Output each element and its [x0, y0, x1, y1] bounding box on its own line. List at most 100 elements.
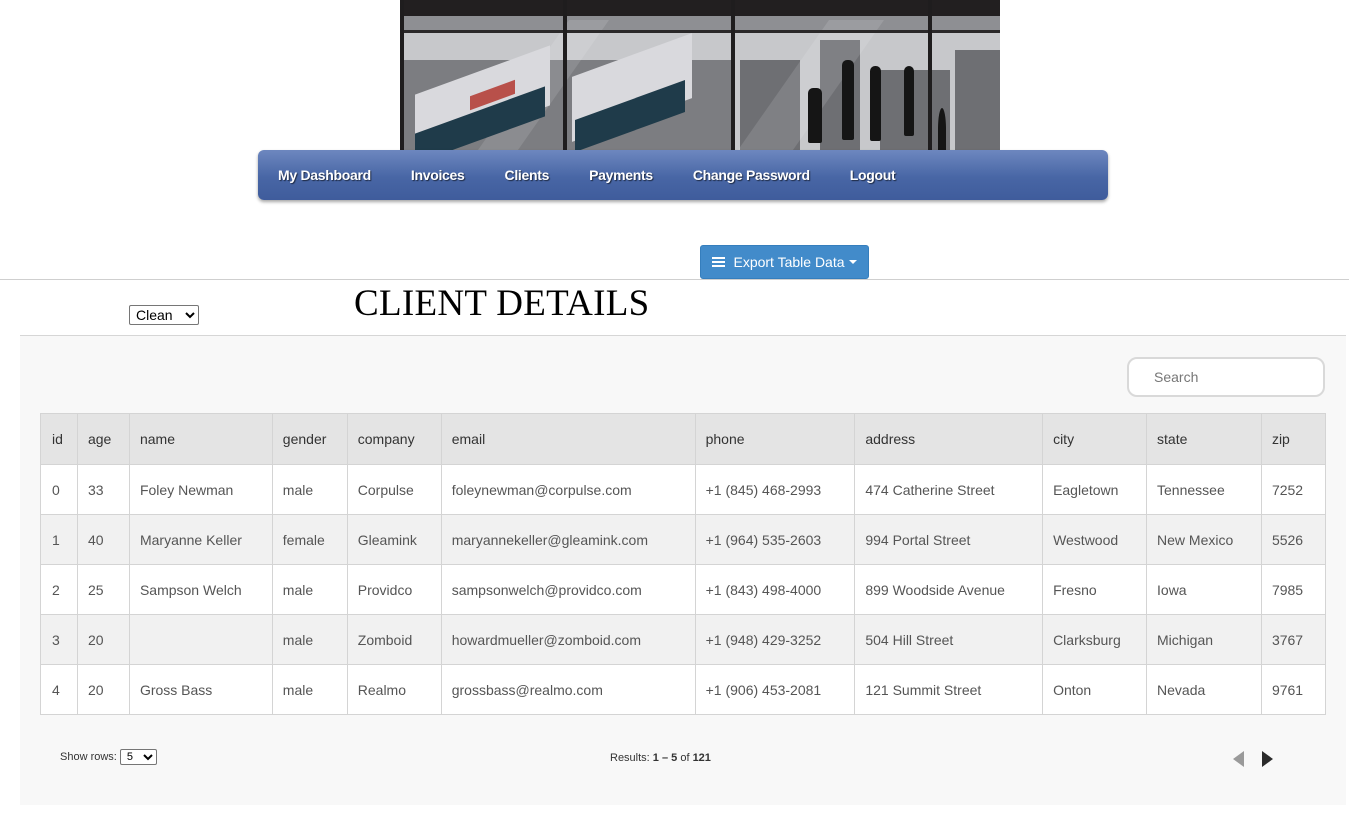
cell-phone[interactable]: +1 (843) 498-4000: [694, 564, 856, 615]
cell-address[interactable]: 121 Summit Street: [854, 664, 1044, 715]
cell-state[interactable]: Michigan: [1146, 614, 1262, 665]
cell-company[interactable]: Realmo: [346, 664, 442, 715]
cell-zip[interactable]: 7985: [1260, 564, 1327, 615]
table-row: 2 25 Sampson Welch male Providco sampson…: [40, 564, 1327, 615]
banner-top-frame: [400, 0, 1000, 16]
cell-name[interactable]: Sampson Welch: [128, 564, 273, 615]
cell-gender[interactable]: female: [271, 514, 348, 565]
cell-id[interactable]: 4: [40, 664, 78, 715]
cell-gender[interactable]: male: [271, 614, 348, 665]
cell-city[interactable]: Clarksburg: [1042, 614, 1148, 665]
cell-age[interactable]: 33: [76, 464, 130, 515]
table-panel: id age name gender company email phone a…: [20, 335, 1346, 805]
cell-city[interactable]: Westwood: [1042, 514, 1148, 565]
cell-address[interactable]: 504 Hill Street: [854, 614, 1044, 665]
cell-phone[interactable]: +1 (845) 468-2993: [694, 464, 856, 515]
cell-zip[interactable]: 5526: [1260, 514, 1327, 565]
page-title: CLIENT DETAILS: [354, 283, 650, 324]
nav-change-password[interactable]: Change Password: [693, 167, 810, 183]
theme-select[interactable]: Clean: [129, 305, 199, 325]
cell-name[interactable]: Maryanne Keller: [128, 514, 273, 565]
cell-id[interactable]: 0: [40, 464, 78, 515]
cell-zip[interactable]: 7252: [1260, 464, 1327, 515]
column-header-city[interactable]: city: [1042, 413, 1148, 465]
cell-gender[interactable]: male: [271, 664, 348, 715]
banner-window-frame: [563, 0, 567, 152]
nav-my-dashboard[interactable]: My Dashboard: [278, 167, 371, 183]
cell-company[interactable]: Corpulse: [346, 464, 442, 515]
column-header-state[interactable]: state: [1146, 413, 1262, 465]
cell-name[interactable]: Foley Newman: [128, 464, 273, 515]
cell-city[interactable]: Onton: [1042, 664, 1148, 715]
nav-clients[interactable]: Clients: [505, 167, 550, 183]
cell-state[interactable]: New Mexico: [1146, 514, 1262, 565]
show-rows-control: Show rows: 5: [60, 749, 157, 765]
cell-zip[interactable]: 9761: [1260, 664, 1327, 715]
results-prefix: Results:: [610, 752, 653, 764]
cell-phone[interactable]: +1 (964) 535-2603: [694, 514, 856, 565]
nav-payments[interactable]: Payments: [589, 167, 653, 183]
divider: [0, 279, 1349, 280]
nav-logout[interactable]: Logout: [850, 167, 896, 183]
cell-phone[interactable]: +1 (906) 453-2081: [694, 664, 856, 715]
column-header-zip[interactable]: zip: [1260, 413, 1327, 465]
cell-age[interactable]: 20: [76, 614, 130, 665]
cell-city[interactable]: Eagletown: [1042, 464, 1148, 515]
next-page-icon[interactable]: [1262, 751, 1273, 767]
hamburger-icon: [712, 255, 726, 269]
cell-company[interactable]: Gleamink: [346, 514, 442, 565]
cell-address[interactable]: 899 Woodside Avenue: [854, 564, 1044, 615]
column-header-age[interactable]: age: [76, 413, 130, 465]
cell-email[interactable]: maryannekeller@gleamink.com: [440, 514, 696, 565]
cell-id[interactable]: 2: [40, 564, 78, 615]
column-header-gender[interactable]: gender: [271, 413, 348, 465]
table-row: 4 20 Gross Bass male Realmo grossbass@re…: [40, 664, 1327, 715]
table-row: 0 33 Foley Newman male Corpulse foleynew…: [40, 464, 1327, 515]
cell-email[interactable]: foleynewman@corpulse.com: [440, 464, 696, 515]
client-table: id age name gender company email phone a…: [40, 413, 1327, 715]
cell-zip[interactable]: 3767: [1260, 614, 1327, 665]
table-footer: Show rows: 5 Results: 1 – 5 of 121: [20, 746, 1346, 770]
cell-state[interactable]: Nevada: [1146, 664, 1262, 715]
cell-email[interactable]: howardmueller@zomboid.com: [440, 614, 696, 665]
column-header-email[interactable]: email: [440, 413, 696, 465]
table-row: 3 20 male Zomboid howardmueller@zomboid.…: [40, 614, 1327, 665]
cell-state[interactable]: Tennessee: [1146, 464, 1262, 515]
cell-state[interactable]: Iowa: [1146, 564, 1262, 615]
column-header-id[interactable]: id: [40, 413, 78, 465]
cell-gender[interactable]: male: [271, 464, 348, 515]
nav-invoices[interactable]: Invoices: [411, 167, 465, 183]
cell-age[interactable]: 25: [76, 564, 130, 615]
show-rows-select[interactable]: 5: [119, 749, 157, 765]
export-table-data-button[interactable]: Export Table Data: [700, 245, 869, 279]
table-row: 1 40 Maryanne Keller female Gleamink mar…: [40, 514, 1327, 565]
column-header-name[interactable]: name: [128, 413, 273, 465]
cell-id[interactable]: 1: [40, 514, 78, 565]
cell-phone[interactable]: +1 (948) 429-3252: [694, 614, 856, 665]
column-header-phone[interactable]: phone: [694, 413, 856, 465]
banner-window-frame: [400, 0, 404, 152]
banner-plant: [938, 108, 946, 150]
cell-address[interactable]: 994 Portal Street: [854, 514, 1044, 565]
cell-age[interactable]: 40: [76, 514, 130, 565]
header-banner-image: [400, 0, 1000, 152]
column-header-address[interactable]: address: [854, 413, 1044, 465]
cell-email[interactable]: sampsonwelch@providco.com: [440, 564, 696, 615]
cell-city[interactable]: Fresno: [1042, 564, 1148, 615]
results-total: 121: [692, 752, 711, 764]
banner-chair: [808, 88, 822, 143]
cell-company[interactable]: Zomboid: [346, 614, 442, 665]
cell-name[interactable]: [128, 614, 273, 665]
search-input[interactable]: [1127, 357, 1325, 397]
cell-email[interactable]: grossbass@realmo.com: [440, 664, 696, 715]
export-button-label: Export Table Data: [733, 254, 845, 270]
cell-name[interactable]: Gross Bass: [128, 664, 273, 715]
cell-age[interactable]: 20: [76, 664, 130, 715]
cell-address[interactable]: 474 Catherine Street: [854, 464, 1044, 515]
cell-id[interactable]: 3: [40, 614, 78, 665]
banner-person: [904, 66, 914, 136]
previous-page-icon[interactable]: [1233, 751, 1244, 767]
cell-gender[interactable]: male: [271, 564, 348, 615]
column-header-company[interactable]: company: [346, 413, 442, 465]
cell-company[interactable]: Providco: [346, 564, 442, 615]
